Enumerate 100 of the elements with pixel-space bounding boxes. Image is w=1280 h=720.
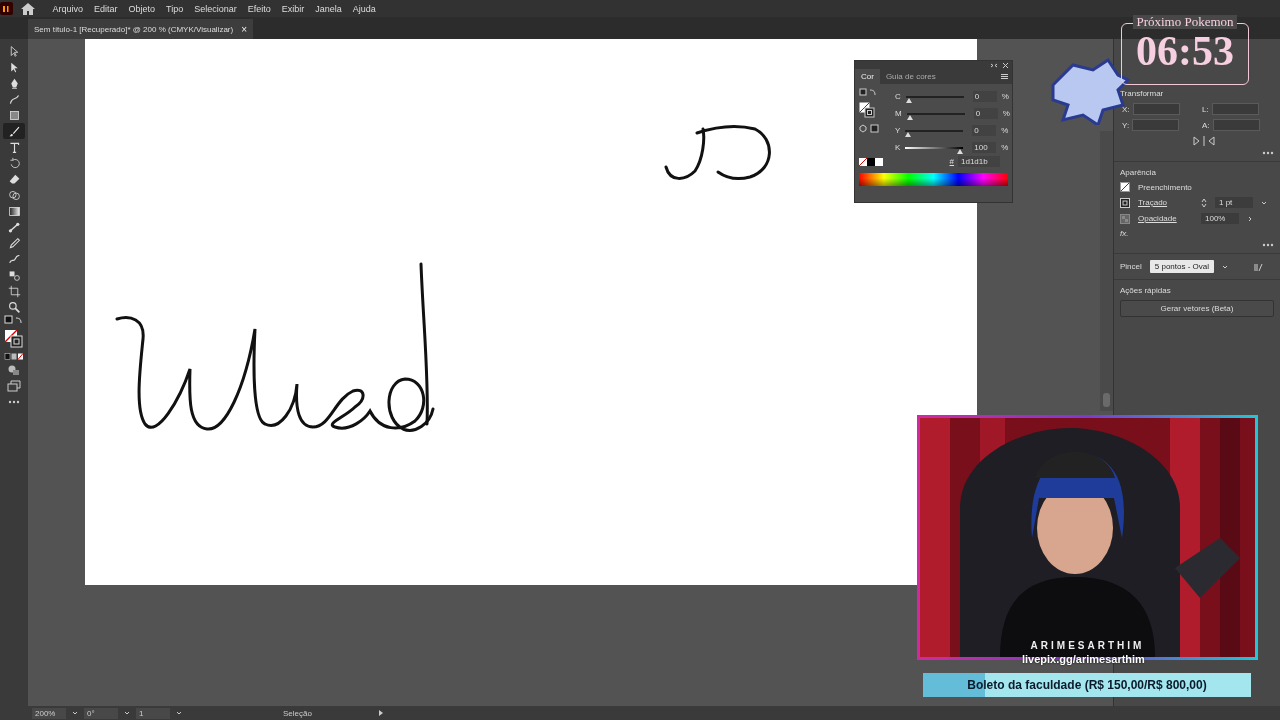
flip-icon[interactable] [1192,136,1216,146]
input-field[interactable] [1212,119,1260,131]
eyedropper-icon[interactable] [7,236,21,250]
goal-label: Boleto da faculdade (R$ 150,00/R$ 800,00) [967,678,1207,692]
chevron-down-icon[interactable] [72,710,78,716]
slider-thumb[interactable] [905,131,912,137]
timer-title: Próximo Pokemon [1133,15,1237,29]
unit-label: % [1002,109,1010,118]
checker-icon[interactable] [1120,213,1130,224]
swap-icon[interactable] [4,315,24,325]
scrollbar-thumb[interactable] [1103,393,1110,407]
no-fill-icon[interactable] [1120,182,1130,192]
link[interactable]: Opacidade [1138,214,1193,223]
draw-mode-icon[interactable] [7,364,21,376]
artboard-field[interactable]: 1 [136,707,170,719]
hex-label: # [949,157,954,166]
tab-title: Sem título-1 [Recuperado]* @ 200 % (CMYK/Visualizar) [34,24,234,34]
stroke-icon[interactable] [1120,197,1130,208]
channel-name: ARIMESARTHIM [1029,640,1146,651]
fill-stroke-icon[interactable] [859,102,875,118]
tool-status: Seleção [283,708,312,718]
generate-vectors-button[interactable]: Gerar vetores (Beta) [1120,300,1274,317]
value-field[interactable]: 1 pt [1215,197,1253,208]
hex-field[interactable]: 1d1d1b [958,156,1000,167]
crop-icon[interactable] [7,284,21,298]
channel-label: Y [895,126,901,135]
menu-item[interactable]: Exibir [276,3,310,14]
link[interactable]: Traçado [1138,198,1193,207]
curve-icon[interactable] [7,92,21,106]
channel-label: K [895,143,901,152]
input-field[interactable] [1132,103,1180,115]
zoom-icon[interactable] [7,300,21,314]
more-icon[interactable] [1262,243,1274,247]
more-icon[interactable] [8,400,20,404]
menu-item[interactable]: Arquivo [47,3,89,14]
menu-item[interactable]: Selecionar [188,3,243,14]
color-spectrum[interactable] [859,173,1008,186]
section-title: Aparência [1120,168,1158,177]
symbol-icon[interactable] [7,268,21,282]
input-field[interactable] [1132,119,1180,131]
color-mode-icon[interactable] [4,353,24,360]
value-field[interactable]: 100 [972,142,997,153]
panel-tab[interactable]: Guia de cores [879,69,942,84]
eraser-icon[interactable] [7,172,21,186]
chevron-down-icon[interactable] [124,710,130,716]
field-label: Y: [1122,120,1130,130]
chevron-down-icon[interactable] [1261,199,1267,206]
brush-dropdown[interactable]: 5 pontos - Oval [1149,260,1215,273]
close-icon[interactable] [1003,62,1008,68]
brush-icon[interactable] [7,124,21,138]
swatch-icon[interactable] [859,157,883,166]
value-field[interactable]: 0 [972,91,997,102]
menu-icon[interactable] [1001,74,1008,79]
more-icon[interactable] [1262,151,1274,155]
fill-stroke-icon[interactable] [4,329,24,349]
document-tab[interactable]: Sem título-1 [Recuperado]* @ 200 % (CMYK/Visualizar) × [28,19,253,39]
menu-item[interactable]: Tipo [160,3,189,14]
slider-thumb[interactable] [905,97,912,103]
menu-item[interactable]: Efeito [242,3,277,14]
fx-label[interactable]: fx. [1120,229,1274,238]
blend-icon[interactable] [7,220,21,234]
gradient-icon[interactable] [7,204,21,218]
rectangle-icon[interactable] [7,108,21,122]
rotate-icon[interactable] [7,156,21,170]
menu-item[interactable]: Janela [309,3,348,14]
screen-mode-icon[interactable] [7,380,21,392]
zoom-field[interactable]: 200% [32,707,66,719]
panel-tab[interactable]: Cor [855,69,880,84]
menu-item[interactable]: Editar [88,3,124,14]
section-title: Transformar [1120,89,1165,98]
tab-close-button[interactable]: × [241,23,247,35]
menu-item[interactable]: Objeto [123,3,161,14]
rotation-field[interactable]: 0° [84,707,118,719]
play-icon[interactable] [377,710,384,716]
row-label: Preenchimento [1138,182,1192,192]
countdown-timer: 06:53 [1136,29,1234,73]
chevron-down-icon[interactable] [1222,263,1229,270]
value-field[interactable]: 100% [1201,213,1239,224]
scrollbar[interactable] [1100,131,1113,411]
chevron-right-icon[interactable] [1247,215,1253,222]
slider-thumb[interactable] [957,148,964,154]
channel-label: M [895,109,902,118]
value-field[interactable]: 0 [972,125,997,136]
library-icon[interactable] [1254,262,1265,271]
unit-label: % [1001,92,1009,101]
home-icon[interactable] [21,2,35,15]
swap-icon[interactable] [859,88,877,96]
field-label: Pincel [1120,262,1142,271]
circles-icon[interactable] [7,188,21,202]
collapse-icon[interactable] [990,62,998,68]
slider-thumb[interactable] [906,114,913,120]
value-field[interactable]: 0 [973,108,998,119]
section-title: Ações rápidas [1120,286,1172,295]
squiggle-icon[interactable] [7,252,21,266]
gamut-icon[interactable] [859,124,879,133]
type-icon[interactable] [7,140,21,154]
input-field[interactable] [1211,103,1259,115]
chevron-down-icon[interactable] [176,710,182,716]
menu-item[interactable]: Ajuda [347,3,382,14]
stepper-icon[interactable] [1201,197,1207,208]
